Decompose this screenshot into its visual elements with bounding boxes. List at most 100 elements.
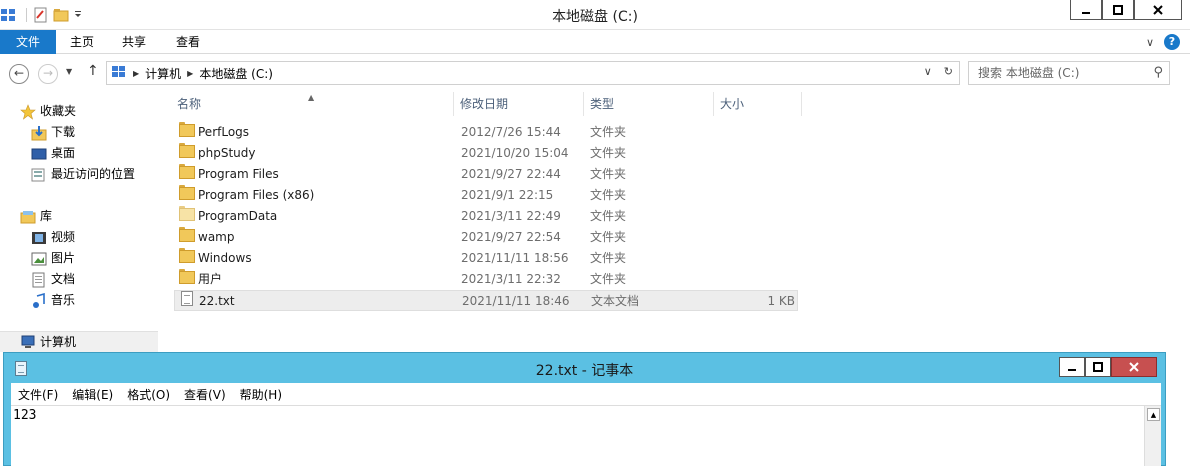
- file-type: 文件夹: [590, 188, 627, 202]
- file-type: 文件夹: [590, 167, 627, 181]
- file-name: Program Files (x86): [198, 188, 315, 202]
- notepad-window: 22.txt - 记事本 文件(F) 编辑(E) 格式(O) 查看(V) 帮助(…: [3, 352, 1166, 466]
- notepad-text-area[interactable]: 123 ▲: [11, 405, 1161, 466]
- search-input[interactable]: 搜索 本地磁盘 (C:) ⚲: [968, 61, 1170, 85]
- nav-videos[interactable]: 视频: [31, 227, 75, 248]
- forward-button[interactable]: →: [38, 64, 58, 84]
- file-name: PerfLogs: [198, 125, 250, 139]
- menu-format[interactable]: 格式(O): [120, 386, 177, 403]
- search-placeholder: 搜索 本地磁盘 (C:): [978, 66, 1080, 80]
- file-date: 2021/9/27 22:54: [461, 230, 561, 244]
- scroll-up-icon[interactable]: ▲: [1147, 408, 1160, 421]
- file-row-perflogs[interactable]: PerfLogs 2012/7/26 15:44 文件夹: [174, 122, 798, 143]
- close-button[interactable]: [1134, 0, 1182, 20]
- file-type: 文件夹: [590, 209, 627, 223]
- tab-view[interactable]: 查看: [162, 30, 214, 54]
- nav-music[interactable]: 音乐: [31, 290, 75, 311]
- recent-places-icon: [31, 167, 47, 183]
- column-header-type[interactable]: 类型: [587, 92, 714, 116]
- tab-home[interactable]: 主页: [56, 30, 108, 54]
- file-date: 2021/9/27 22:44: [461, 167, 561, 181]
- explorer-window-controls: [1070, 0, 1182, 20]
- file-row-programdata[interactable]: ProgramData 2021/3/11 22:49 文件夹: [174, 206, 798, 227]
- expand-ribbon-icon[interactable]: ∨: [1146, 36, 1154, 49]
- computer-small-icon: [111, 65, 127, 82]
- ribbon-tabs: 文件 主页 共享 查看 ∨ ?: [0, 30, 1190, 54]
- folder-icon: [179, 164, 195, 179]
- file-row-users[interactable]: 用户 2021/3/11 22:32 文件夹: [174, 269, 798, 290]
- nav-recent-places[interactable]: 最近访问的位置: [31, 164, 135, 185]
- column-header-size[interactable]: 大小: [717, 92, 802, 116]
- breadcrumb-computer[interactable]: 计算机: [145, 65, 181, 82]
- file-row-wamp[interactable]: wamp 2021/9/27 22:54 文件夹: [174, 227, 798, 248]
- file-type: 文件夹: [590, 272, 627, 286]
- nav-desktop[interactable]: 桌面: [31, 143, 75, 164]
- menu-help[interactable]: 帮助(H): [233, 386, 289, 403]
- nav-documents[interactable]: 文档: [31, 269, 75, 290]
- nav-pictures[interactable]: 图片: [31, 248, 75, 269]
- file-type: 文件夹: [590, 146, 627, 160]
- breadcrumb-separator-icon[interactable]: ▶: [133, 69, 139, 78]
- file-name: Program Files: [198, 167, 279, 181]
- minimize-button[interactable]: [1070, 0, 1102, 20]
- tab-share[interactable]: 共享: [108, 30, 160, 54]
- menu-edit[interactable]: 编辑(E): [65, 386, 120, 403]
- vertical-scrollbar[interactable]: ▲: [1144, 406, 1161, 466]
- file-row-program-files-x86[interactable]: Program Files (x86) 2021/9/1 22:15 文件夹: [174, 185, 798, 206]
- nav-recent-places-label: 最近访问的位置: [51, 167, 136, 181]
- breadcrumb-local-disk[interactable]: 本地磁盘 (C:): [199, 65, 273, 82]
- notepad-window-controls: [1059, 357, 1157, 377]
- chevron-down-icon[interactable]: ∨: [924, 65, 932, 78]
- refresh-icon[interactable]: ↻: [944, 65, 953, 78]
- file-name: wamp: [198, 230, 235, 244]
- notepad-close-button[interactable]: [1111, 357, 1157, 377]
- notepad-maximize-button[interactable]: [1085, 357, 1111, 377]
- downloads-icon: [31, 125, 47, 141]
- breadcrumb-separator-icon[interactable]: ▶: [187, 69, 193, 78]
- music-icon: [31, 292, 47, 309]
- notepad-title: 22.txt - 记事本: [535, 363, 634, 379]
- file-name: 22.txt: [199, 294, 235, 308]
- recent-locations-icon[interactable]: ▼: [66, 67, 72, 76]
- help-icon[interactable]: ?: [1164, 34, 1180, 50]
- text-file-icon: [181, 291, 193, 306]
- back-button[interactable]: ←: [9, 64, 29, 84]
- file-row-program-files[interactable]: Program Files 2021/9/27 22:44 文件夹: [174, 164, 798, 185]
- nav-libraries-label: 库: [40, 209, 53, 223]
- column-header-date[interactable]: 修改日期: [457, 92, 584, 116]
- notepad-titlebar[interactable]: 22.txt - 记事本: [4, 353, 1165, 383]
- documents-icon: [31, 272, 47, 288]
- nav-downloads-label: 下载: [51, 125, 76, 139]
- menu-file[interactable]: 文件(F): [11, 386, 65, 403]
- column-header-name[interactable]: 名称 ▲: [174, 92, 454, 116]
- file-type: 文件夹: [590, 230, 627, 244]
- nav-computer[interactable]: 计算机: [0, 331, 158, 352]
- nav-favorites-label: 收藏夹: [40, 104, 77, 118]
- file-name: ProgramData: [198, 209, 278, 223]
- folder-icon: [179, 248, 195, 263]
- file-row-phpstudy[interactable]: phpStudy 2021/10/20 15:04 文件夹: [174, 143, 798, 164]
- sort-ascending-icon: ▲: [308, 93, 315, 102]
- nav-libraries[interactable]: 库: [20, 206, 52, 227]
- nav-downloads[interactable]: 下载: [31, 122, 75, 143]
- nav-favorites[interactable]: 收藏夹: [20, 101, 76, 122]
- file-name: 用户: [198, 272, 223, 286]
- menu-view[interactable]: 查看(V): [177, 386, 233, 403]
- file-date: 2021/3/11 22:32: [461, 272, 561, 286]
- file-row-22-txt[interactable]: 22.txt 2021/11/11 18:46 文本文档 1 KB: [174, 290, 798, 311]
- star-icon: [20, 103, 36, 120]
- notepad-minimize-button[interactable]: [1059, 357, 1085, 377]
- maximize-button[interactable]: [1102, 0, 1134, 20]
- tab-file[interactable]: 文件: [0, 30, 56, 54]
- nav-music-label: 音乐: [51, 293, 76, 307]
- explorer-titlebar: 本地磁盘 (C:): [0, 0, 1190, 30]
- search-icon[interactable]: ⚲: [1153, 62, 1163, 84]
- file-date: 2021/9/1 22:15: [461, 188, 554, 202]
- nav-pictures-label: 图片: [51, 251, 76, 265]
- nav-computer-label: 计算机: [40, 334, 77, 349]
- file-row-windows[interactable]: Windows 2021/11/11 18:56 文件夹: [174, 248, 798, 269]
- video-icon: [31, 230, 47, 246]
- column-name-label: 名称: [177, 97, 202, 111]
- up-arrow-icon[interactable]: ↑: [87, 63, 99, 79]
- address-bar[interactable]: ▶ 计算机 ▶ 本地磁盘 (C:) ∨ ↻: [106, 61, 960, 85]
